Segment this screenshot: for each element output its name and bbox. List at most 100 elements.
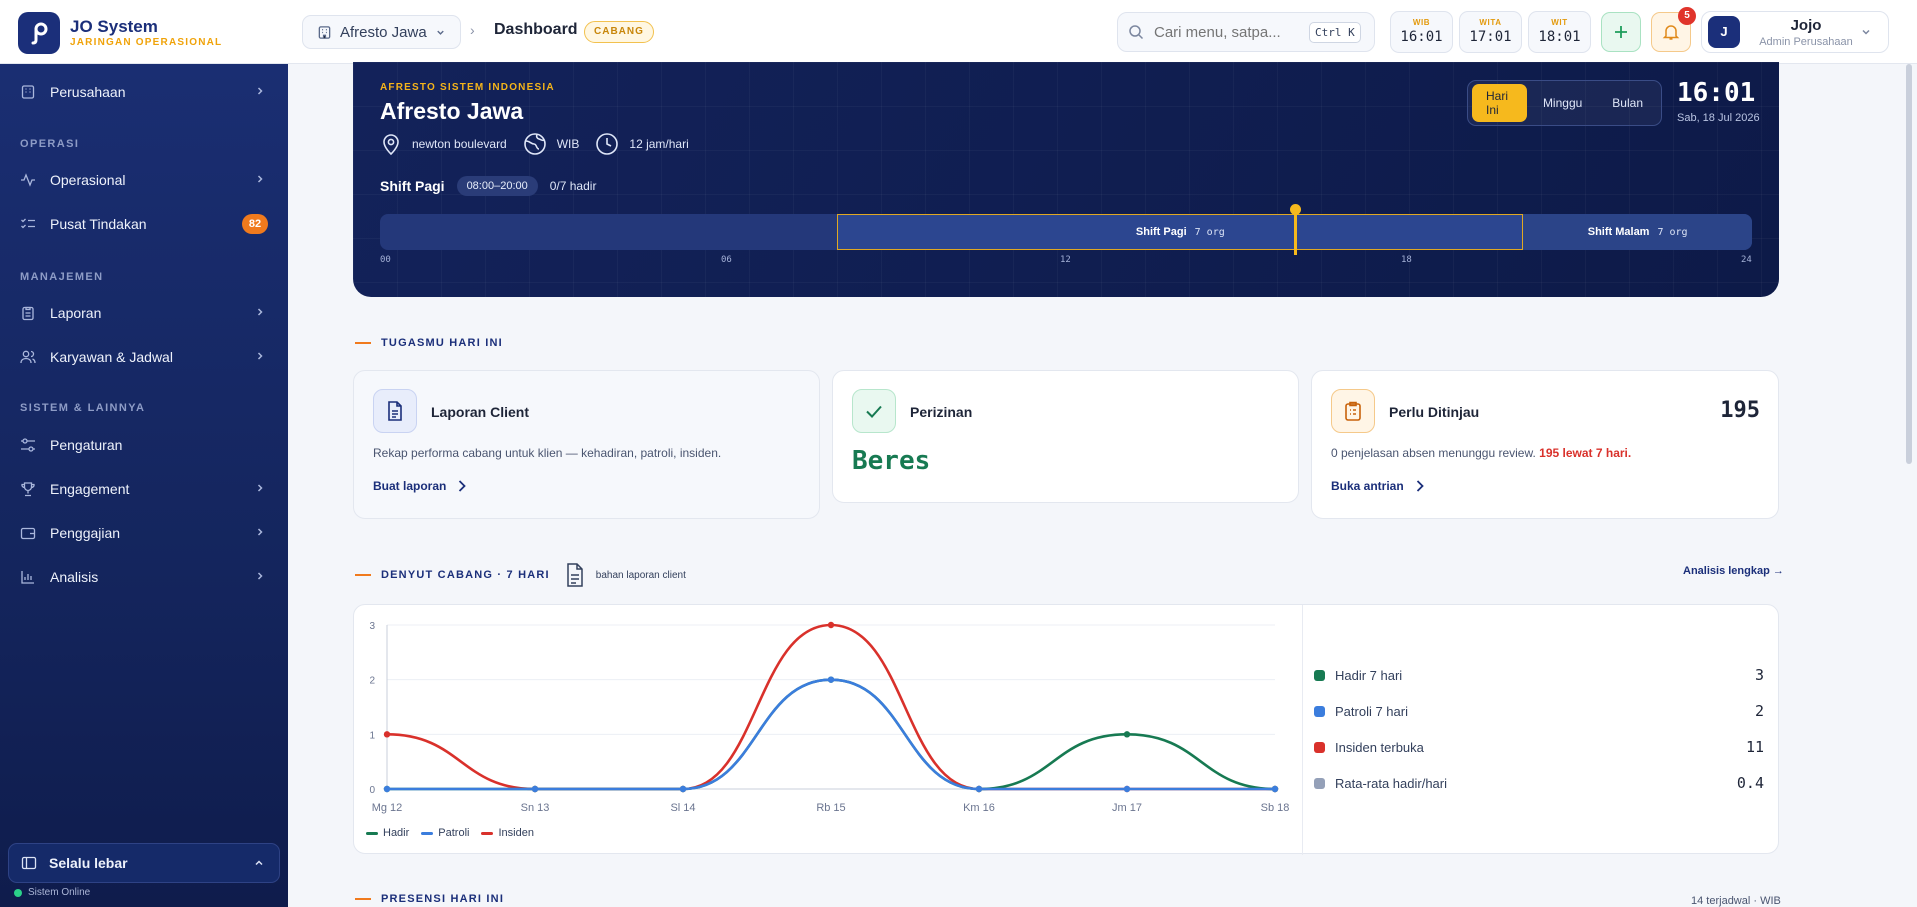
branch-title: Afresto Jawa (380, 98, 524, 124)
legend-label: Insiden (498, 827, 534, 839)
data-point-patroli (531, 785, 539, 793)
sidebar-width-toggle[interactable]: Selalu lebar (8, 843, 280, 883)
data-point-hadir (1123, 731, 1131, 738)
shift-hours: 08:00–20:00 (456, 176, 538, 196)
branch-hours: 12 jam/hari (595, 132, 689, 156)
stat-label: Insiden terbuka (1335, 739, 1424, 755)
sidebar-item-laporan[interactable]: Laporan (8, 293, 280, 333)
data-point-patroli (1271, 785, 1279, 793)
clock-time: 17:01 (1469, 29, 1512, 45)
clock-time: 18:01 (1538, 29, 1581, 45)
x-tick-label: Sl 14 (670, 802, 695, 814)
branch-hours-label: 12 jam/hari (629, 137, 689, 151)
current-shift: Shift Pagi 08:00–20:00 0/7 hadir (380, 176, 596, 196)
stat-swatch (1314, 777, 1325, 789)
branch-timezone: WIB (523, 132, 580, 156)
heading-accent (355, 342, 371, 344)
sidebar-item-label: Perusahaan (50, 84, 126, 100)
timeline-segment-shift-pagi[interactable]: Shift Pagi 7 org (837, 214, 1524, 250)
sidebar-item-perusahaan[interactable]: Perusahaan (8, 72, 280, 112)
data-point-patroli (827, 676, 835, 683)
sidebar-item-pusat-tindakan[interactable]: Pusat Tindakan 82 (8, 204, 280, 244)
open-queue-link[interactable]: Buka antrian (1331, 479, 1426, 493)
plus-icon (1615, 26, 1627, 38)
create-report-link[interactable]: Buat laporan (373, 479, 468, 493)
section-heading-tasks: TUGASMU HARI INI (355, 337, 503, 349)
user-name: Jojo (1790, 16, 1822, 34)
presence-meta: 14 terjadwal · WIB (1691, 895, 1781, 907)
brand[interactable]: JO System JARINGAN OPERASIONAL (18, 12, 222, 54)
document-icon (567, 563, 583, 587)
clipboard-list-icon (1331, 389, 1375, 433)
top-bar: JO System JARINGAN OPERASIONAL Afresto J… (0, 0, 1917, 64)
range-week-button[interactable]: Minggu (1529, 84, 1596, 122)
legend-swatch (366, 831, 378, 835)
y-tick-label: 1 (369, 730, 375, 741)
section-title: TUGASMU HARI INI (381, 337, 503, 349)
page-title: Dashboard (494, 21, 578, 38)
segment-count: 7 org (1657, 226, 1688, 238)
segment-label: Shift Malam (1587, 226, 1650, 238)
building-icon (21, 85, 35, 99)
notifications-button[interactable]: 5 (1651, 7, 1696, 52)
legend-item-insiden: Insiden (481, 827, 534, 839)
branch-timezone-label: WIB (556, 137, 580, 151)
sidebar-item-penggajian[interactable]: Penggajian (8, 513, 280, 553)
shift-name: Shift Pagi (380, 178, 445, 194)
heading-accent (355, 574, 371, 576)
stat-rata-rata: Rata-rata hadir/hari 0.4 (1314, 773, 1764, 793)
stat-swatch (1314, 741, 1325, 753)
stat-value: 11 (1745, 738, 1764, 756)
stat-swatch (1314, 705, 1325, 717)
sidebar-item-operasional[interactable]: Operasional (8, 160, 280, 200)
sidebar-item-engagement[interactable]: Engagement (8, 469, 280, 509)
user-role: Admin Perusahaan (1759, 35, 1853, 48)
stat-value: 2 (1754, 702, 1764, 720)
branch-location-label: newton boulevard (412, 137, 507, 151)
timeline-segment-shift-malam[interactable]: Shift Malam 7 org (1523, 214, 1752, 250)
data-point-insiden (827, 621, 835, 629)
sidebar-item-karyawan[interactable]: Karyawan & Jadwal (8, 337, 280, 377)
search-input[interactable] (1154, 23, 1299, 41)
avatar: J (1708, 16, 1740, 48)
sidebar-item-label: Karyawan & Jadwal (50, 349, 173, 365)
permit-status: Beres (852, 446, 931, 476)
task-card-laporan-client[interactable]: Laporan Client Rekap performa cabang unt… (353, 370, 820, 519)
timeline-tick: 18 (1401, 255, 1412, 265)
system-status: Sistem Online (14, 887, 90, 898)
x-tick-label: Sb 18 (1261, 802, 1290, 814)
branch-select[interactable]: Afresto Jawa (302, 15, 461, 49)
stat-label: Hadir 7 hari (1335, 667, 1403, 683)
sidebar-item-analisis[interactable]: Analisis (8, 557, 280, 597)
full-analysis-link[interactable]: Analisis lengkap → (1683, 565, 1784, 577)
data-point-patroli (679, 785, 687, 793)
task-card-perizinan[interactable]: Perizinan Beres (832, 370, 1299, 503)
quick-add-button[interactable] (1601, 12, 1641, 52)
sidebar-item-label: Pengaturan (50, 437, 123, 453)
search-icon (1129, 25, 1144, 40)
sidebar-item-label: Pusat Tindakan (50, 216, 147, 232)
segment-count: 7 org (1194, 226, 1225, 238)
user-menu[interactable]: J Jojo Admin Perusahaan (1701, 11, 1889, 53)
chevron-right-icon (257, 87, 263, 95)
sidebar-section-title: OPERASI (20, 138, 80, 150)
range-today-button[interactable]: Hari Ini (1472, 84, 1527, 122)
task-card-perlu-ditinjau[interactable]: Perlu Ditinjau 195 0 penjelasan absen me… (1311, 370, 1779, 519)
legend-label: Hadir (383, 827, 410, 839)
legend-swatch (421, 831, 434, 835)
chevron-up-icon (255, 860, 263, 866)
checklist-icon (21, 218, 35, 229)
chevron-down-icon (1862, 29, 1870, 35)
system-status-label: Sistem Online (28, 887, 91, 898)
action-count-badge: 82 (242, 214, 268, 234)
shift-attendance: 0/7 hadir (549, 179, 597, 193)
stat-label: Patroli 7 hari (1335, 703, 1408, 719)
clipboard-icon (22, 306, 34, 321)
range-month-button[interactable]: Bulan (1598, 84, 1657, 122)
page-scrollbar[interactable] (1906, 64, 1912, 464)
card-title: Perlu Ditinjau (1389, 404, 1480, 420)
brand-subtitle: JARINGAN OPERASIONAL (70, 37, 223, 48)
search-box[interactable]: Ctrl K (1117, 12, 1375, 52)
chevron-right-icon (257, 528, 263, 536)
sidebar-item-pengaturan[interactable]: Pengaturan (8, 425, 280, 465)
